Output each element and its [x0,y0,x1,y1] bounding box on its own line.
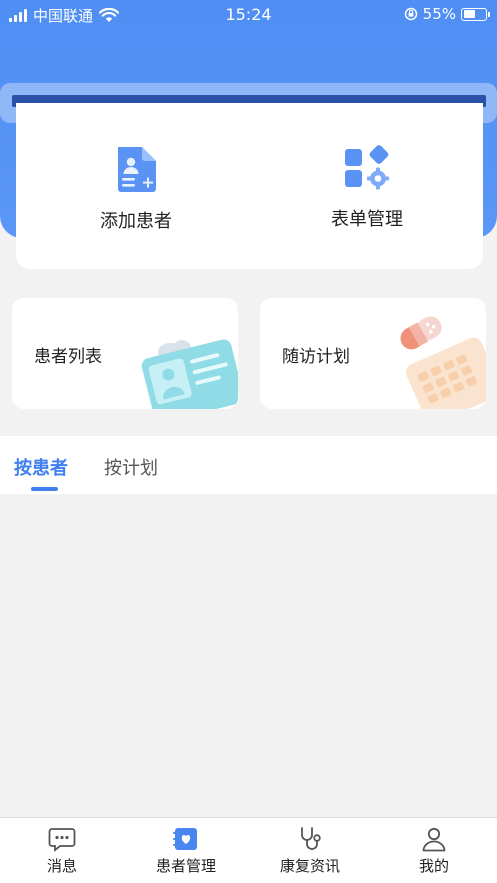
battery-icon [461,7,490,21]
tab-bar: 按患者 按计划 [0,436,497,494]
tab-active-indicator [31,487,58,491]
rotation-lock-icon [404,7,417,21]
nav-label-rehab-news: 康复资讯 [279,857,340,875]
patient-id-card-icon [141,339,238,409]
quick-actions-card: 添加患者 表单管理 [16,103,483,269]
follow-up-plan-label: 随访计划 [282,347,350,367]
patient-manage-icon [173,828,197,850]
add-patient-icon [118,147,156,192]
add-patient-label: 添加患者 [100,211,172,232]
nav-label-patient-manage: 患者管理 [155,857,216,875]
nav-label-messages: 消息 [46,857,77,875]
app-screen: 中国联通 15:24 55% 添加患者 表单管理 患者列表 随访计划 按患者 按… [0,0,497,883]
add-patient-button[interactable]: 添加患者 [46,145,226,233]
follow-up-plan-card[interactable]: 随访计划 [260,298,486,409]
nav-item-messages[interactable]: 消息 [0,818,124,883]
form-manage-button[interactable]: 表单管理 [277,145,457,231]
stethoscope-icon [301,827,321,850]
nav-label-mine: 我的 [418,857,449,875]
status-right: 55% [404,5,490,23]
patient-list-label: 患者列表 [34,347,102,367]
nav-item-mine[interactable]: 我的 [372,818,496,883]
tab-by-patient[interactable]: 按患者 [14,454,68,480]
message-icon [48,828,76,852]
bottom-nav: 消息 患者管理 康复资讯 我的 [0,817,497,883]
tab-by-plan[interactable]: 按计划 [104,454,158,480]
user-icon [422,827,446,852]
status-bar: 中国联通 15:24 55% [0,0,497,28]
patient-list-card[interactable]: 患者列表 [12,298,238,409]
calendar-plan-icon [400,316,486,409]
nav-item-rehab-news[interactable]: 康复资讯 [248,818,372,883]
nav-item-patient-manage[interactable]: 患者管理 [124,818,248,883]
form-manage-icon [345,145,389,190]
battery-percent: 55% [422,5,456,23]
form-manage-label: 表单管理 [331,209,403,230]
